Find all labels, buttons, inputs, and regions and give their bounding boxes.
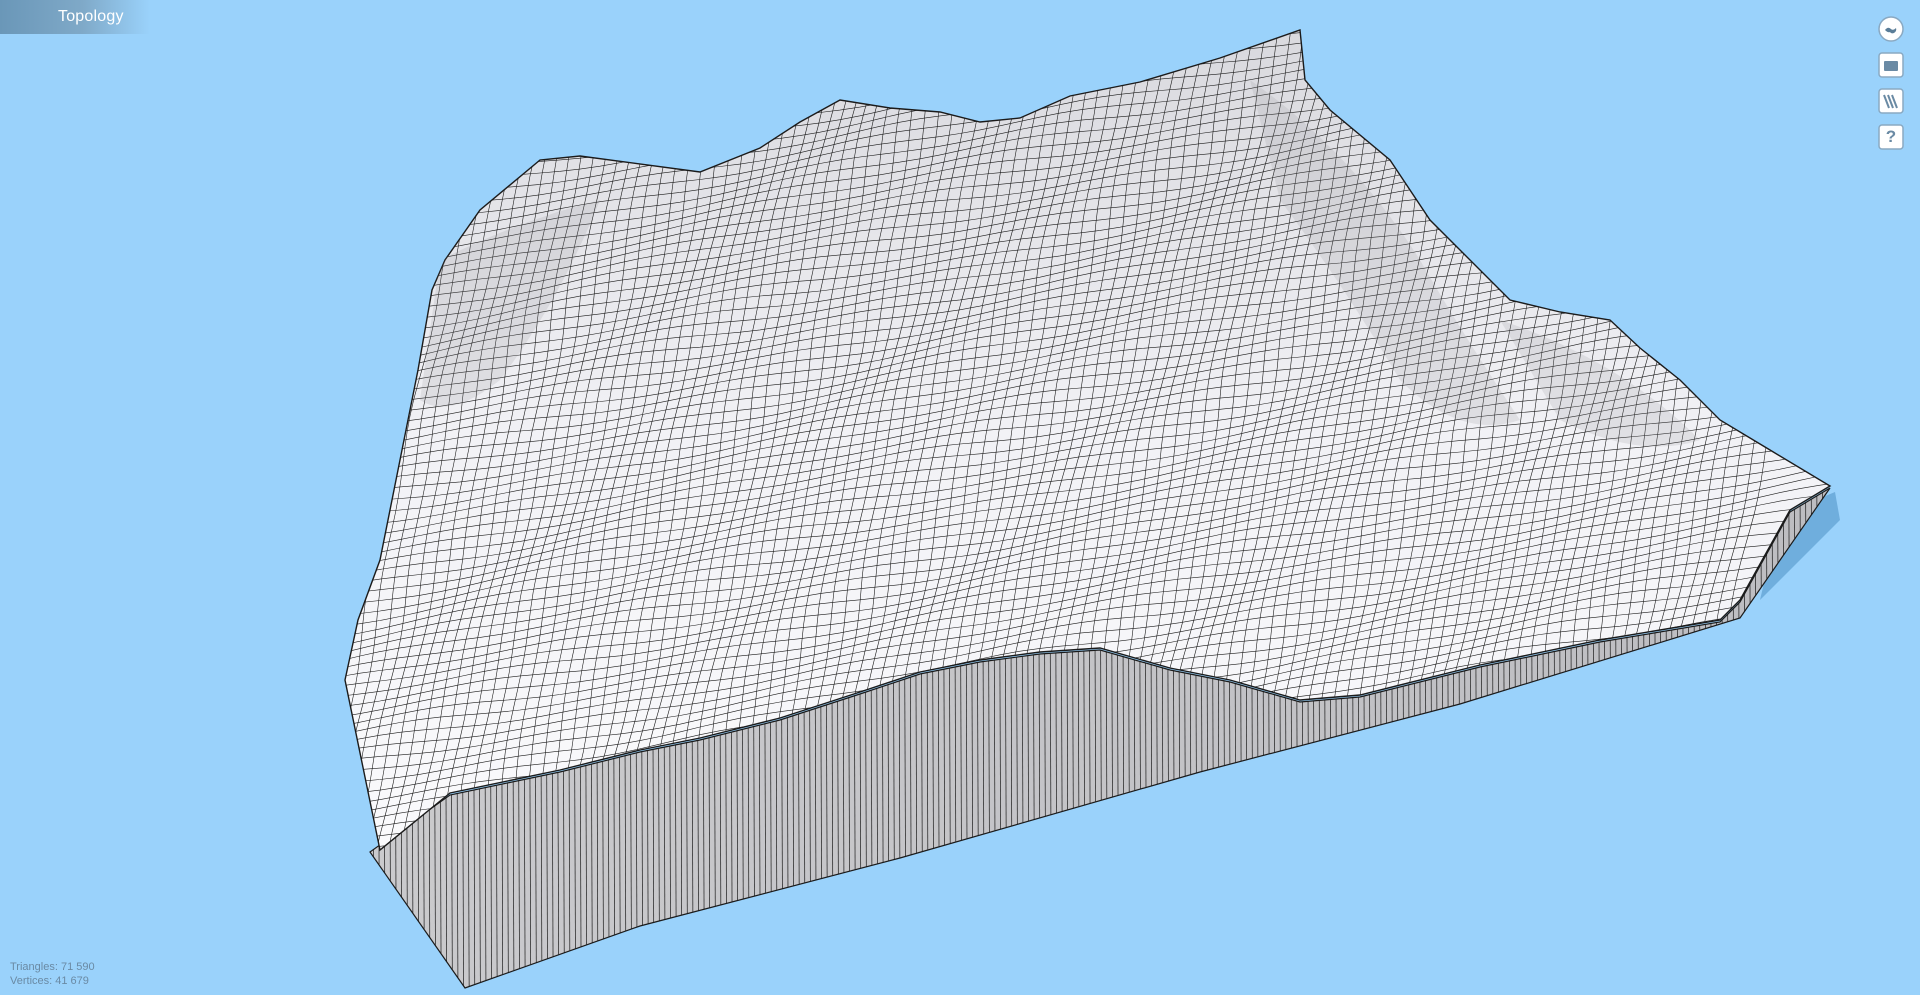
terrain-viewport[interactable]	[0, 0, 1920, 995]
triangles-count: Triangles: 71 590	[10, 961, 95, 973]
vertices-count: Vertices: 41 679	[10, 975, 89, 987]
mesh-stats: Triangles: 71 590 Vertices: 41 679	[10, 960, 95, 988]
